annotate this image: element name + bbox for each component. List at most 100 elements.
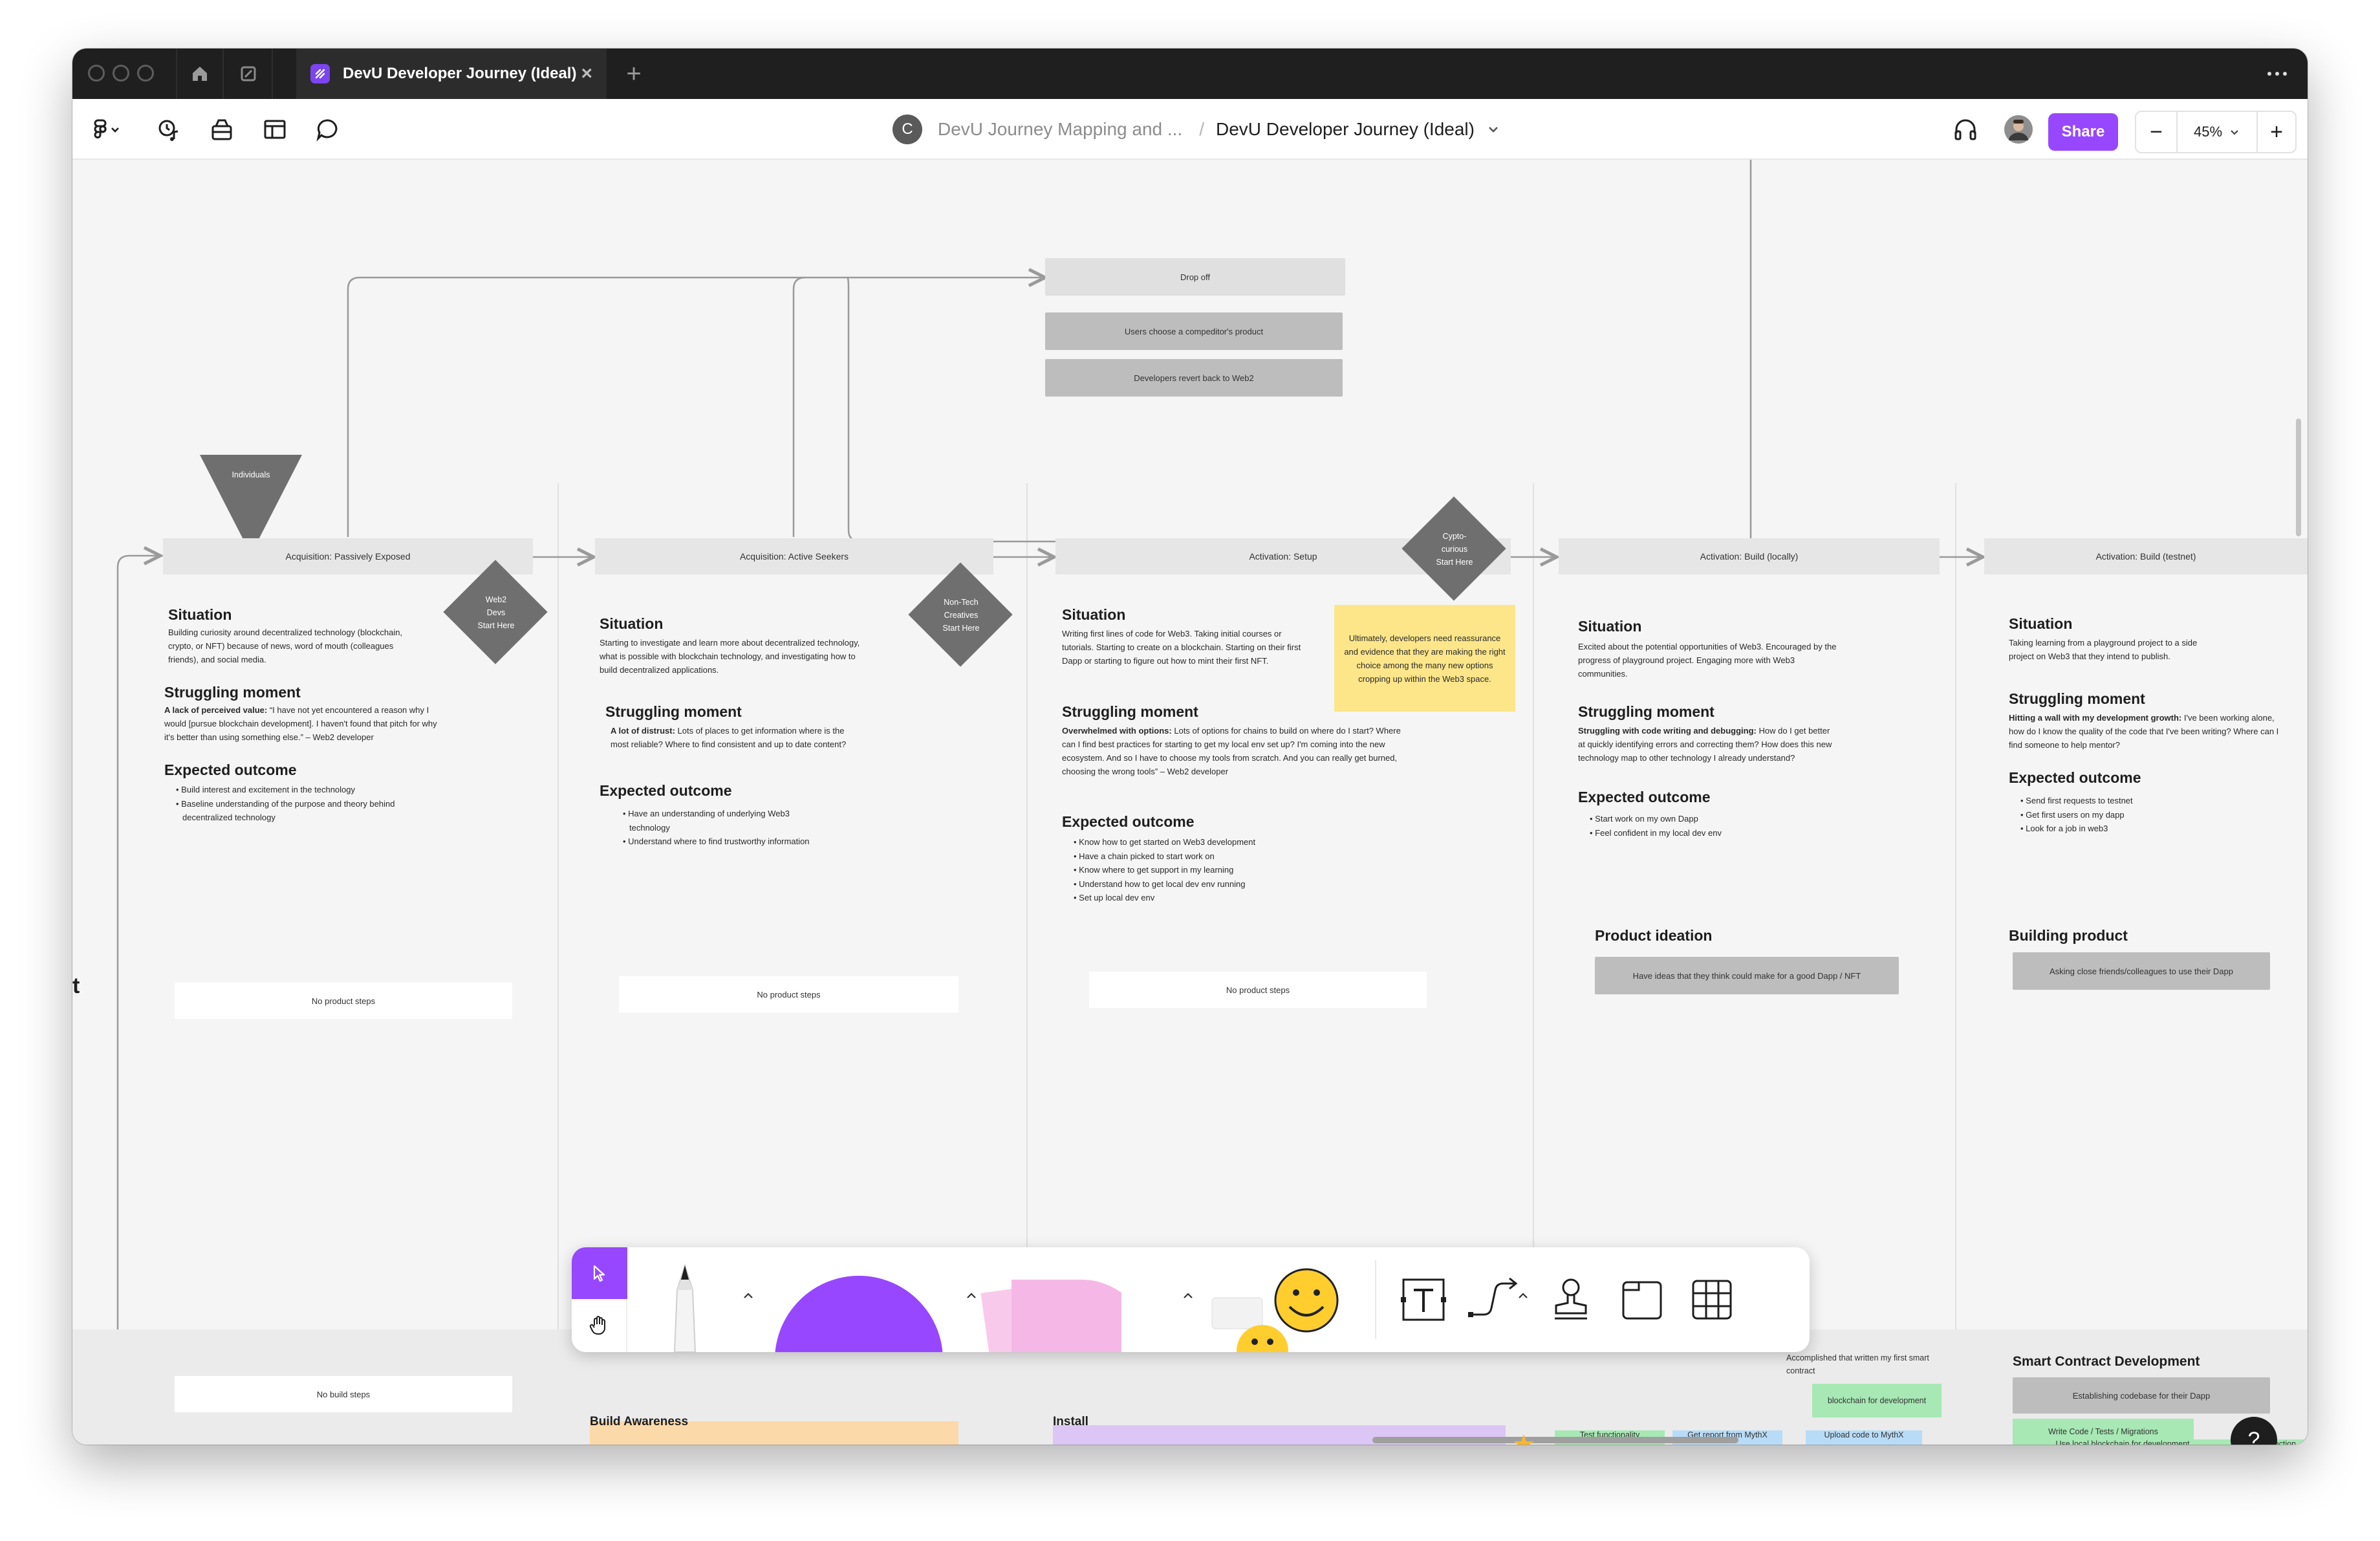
text-icon: [1401, 1278, 1446, 1321]
marker-tool-button[interactable]: [649, 1260, 720, 1352]
outcome-item: Start work on my own Dapp: [1585, 812, 1798, 826]
lane-header[interactable]: Activation: Build (locally): [1559, 538, 1940, 574]
sticky-note[interactable]: Ultimately, developers need reassurance …: [1334, 605, 1515, 712]
stamp-tool-button[interactable]: [1542, 1271, 1600, 1329]
zoom-out-button[interactable]: −: [2136, 112, 2176, 152]
outcome-list: Build interest and excitement in the tec…: [171, 783, 429, 825]
text-tool-button[interactable]: [1394, 1271, 1453, 1329]
situation-heading: Situation: [168, 606, 232, 623]
build-steps-box[interactable]: No build steps: [175, 1376, 512, 1412]
start-here-diamond[interactable]: Cypto- curious Start Here: [1401, 496, 1506, 601]
window-close-dot[interactable]: [88, 65, 105, 82]
product-steps-box[interactable]: No product steps: [619, 976, 958, 1012]
stamp-icon: [1555, 1278, 1587, 1320]
building-product-box[interactable]: Asking close friends/colleagues to use t…: [2013, 952, 2270, 990]
local-blockchain-sticky[interactable]: Use local blockchain for development: [2013, 1439, 2233, 1445]
situation-heading: Situation: [600, 615, 664, 632]
outcome-item: Know how to get started on Web3 developm…: [1068, 835, 1340, 849]
lane-header[interactable]: Activation: Build (testnet): [1984, 538, 2308, 574]
struggle-bold: Overwhelmed with options:: [1062, 726, 1172, 736]
dropoff-title[interactable]: Drop off: [1045, 258, 1345, 296]
toolbar-divider: [1375, 1260, 1376, 1339]
file-toolbar: C DevU Journey Mapping and ... / DevU De…: [72, 99, 2308, 160]
cropped-section-label: t: [72, 974, 80, 998]
drafts-button[interactable]: [225, 49, 273, 99]
title-bar: DevU Developer Journey (Ideal) × +: [72, 49, 2308, 99]
mythx-upload-sticky[interactable]: Upload code to MythX: [1806, 1430, 1922, 1445]
audio-call-button[interactable]: [1949, 115, 1982, 144]
outcome-list: Have an understanding of underlying Web3…: [618, 807, 831, 849]
struggle-bold: Hitting a wall with my development growt…: [2009, 713, 2182, 723]
outcome-heading: Expected outcome: [2009, 769, 2141, 786]
share-button[interactable]: Share: [2048, 113, 2118, 151]
outcome-item: Understand where to find trustworthy inf…: [618, 835, 831, 849]
app-window: DevU Developer Journey (Ideal) × + C Dev…: [72, 49, 2308, 1445]
struggle-bold: A lack of perceived value:: [164, 705, 268, 715]
situation-text: Writing first lines of code for Web3. Ta…: [1062, 629, 1301, 666]
product-steps-box[interactable]: No product steps: [175, 983, 512, 1019]
figma-logo-icon: [94, 119, 119, 138]
outcome-item: Baseline understanding of the purpose an…: [171, 797, 429, 825]
timer-music-button[interactable]: [153, 115, 185, 144]
struggle-text: Overwhelmed with options: Lots of option…: [1062, 724, 1405, 778]
new-tab-button[interactable]: +: [608, 49, 660, 99]
table-tool-button[interactable]: [1683, 1271, 1741, 1329]
chevron-up-icon[interactable]: [1178, 1286, 1198, 1306]
product-ideation-box[interactable]: Have ideas that they think could make fo…: [1595, 957, 1899, 994]
codebase-box[interactable]: Establishing codebase for their Dapp: [2013, 1377, 2270, 1414]
dropoff-item[interactable]: Users choose a compeditor's product: [1045, 312, 1343, 350]
cursor-icon: [593, 1265, 605, 1282]
drafts-icon: [241, 66, 256, 82]
circle-shape-icon: [775, 1276, 943, 1352]
horizontal-scrollbar[interactable]: [1372, 1437, 1738, 1443]
stamp-emoji-tool-button[interactable]: [1206, 1260, 1361, 1352]
tab-devu-developer-journey[interactable]: DevU Developer Journey (Ideal) ×: [296, 49, 607, 99]
main-menu-button[interactable]: [88, 115, 127, 144]
zoom-level-value: 45%: [2193, 124, 2223, 140]
outcome-item: Build interest and excitement in the tec…: [171, 783, 429, 797]
vertical-scrollbar[interactable]: [2296, 419, 2301, 536]
tab-close-icon[interactable]: ×: [581, 61, 592, 86]
situation-heading: Situation: [1578, 618, 1642, 635]
dropoff-item[interactable]: Developers revert back to Web2: [1045, 359, 1343, 397]
templates-button[interactable]: [259, 115, 291, 144]
resources-button[interactable]: [206, 115, 238, 144]
avatar-icon: [2004, 115, 2033, 144]
outcome-item: Set up local dev env: [1068, 891, 1340, 905]
select-tool-button[interactable]: [572, 1247, 627, 1299]
zoom-in-button[interactable]: +: [2258, 112, 2295, 152]
outcome-heading: Expected outcome: [1578, 789, 1711, 805]
situation-heading: Situation: [1062, 606, 1126, 623]
blockchain-dev-sticky[interactable]: blockchain for development: [1812, 1384, 1942, 1417]
team-avatar[interactable]: C: [892, 115, 922, 144]
chevron-up-icon[interactable]: [739, 1286, 758, 1306]
user-avatar[interactable]: [2002, 115, 2035, 144]
chevron-down-icon[interactable]: [1484, 120, 1503, 139]
zoom-level-dropdown[interactable]: 45%: [2178, 112, 2256, 152]
star-icon: [1513, 1434, 1534, 1445]
situation-text: Building curiosity around decentralized …: [168, 628, 403, 664]
hand-tool-button[interactable]: [572, 1299, 627, 1352]
comments-button[interactable]: [312, 115, 344, 144]
section-tool-button[interactable]: [1613, 1271, 1671, 1329]
breadcrumb-project[interactable]: DevU Journey Mapping and ...: [938, 119, 1182, 140]
product-steps-box[interactable]: No product steps: [1089, 972, 1427, 1008]
start-here-diamond[interactable]: Web2 Devs Start Here: [443, 560, 548, 664]
sticky-note-tool-button[interactable]: [973, 1254, 1167, 1352]
product-ideation-heading: Product ideation: [1595, 927, 1713, 944]
start-here-diamond[interactable]: Non-Tech Creatives Start Here: [908, 562, 1013, 667]
chevron-up-icon[interactable]: [1513, 1286, 1533, 1306]
window-zoom-dot[interactable]: [137, 65, 154, 82]
outcome-item: Look for a job in web3: [2015, 822, 2209, 836]
more-options-icon[interactable]: [2261, 61, 2293, 86]
home-button[interactable]: [176, 49, 224, 99]
shape-tool-button[interactable]: [766, 1256, 953, 1352]
breadcrumb-file-name[interactable]: DevU Developer Journey (Ideal): [1216, 119, 1475, 140]
outcome-item: Feel confident in my local dev env: [1585, 826, 1798, 840]
outcome-list: Start work on my own Dapp Feel confident…: [1585, 812, 1798, 840]
library-icon: [211, 119, 232, 140]
breadcrumb-separator: /: [1199, 119, 1204, 139]
build-awareness-label: Build Awareness: [590, 1415, 689, 1428]
window-minimize-dot[interactable]: [113, 65, 129, 82]
struggling-heading: Struggling moment: [605, 703, 742, 720]
